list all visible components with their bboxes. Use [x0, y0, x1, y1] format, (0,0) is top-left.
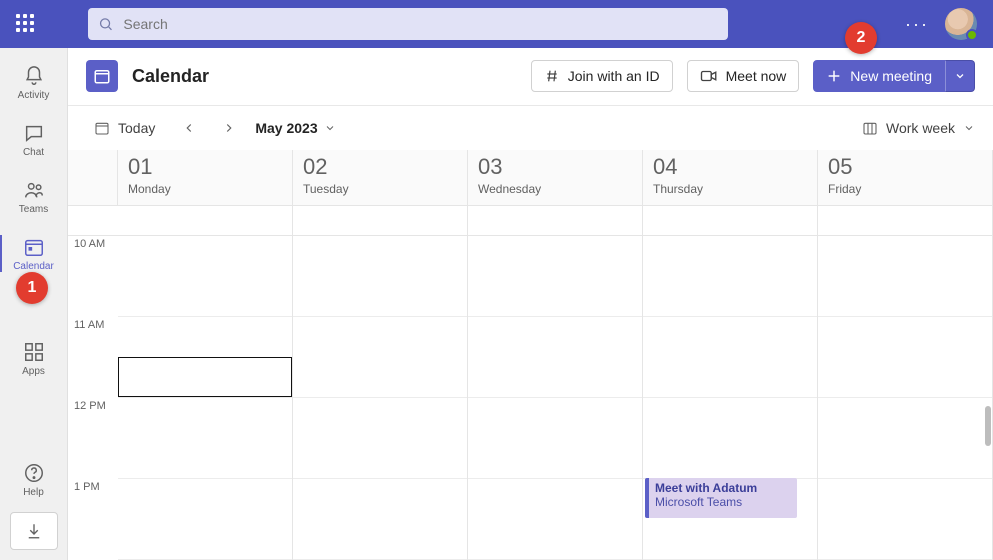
calendar-event[interactable]: Meet with Adatum Microsoft Teams [645, 478, 797, 518]
download-icon [25, 522, 43, 540]
download-button[interactable] [10, 512, 58, 550]
rail-teams[interactable]: Teams [0, 172, 67, 221]
apps-icon [22, 340, 46, 364]
calendar-app-icon [86, 60, 118, 92]
calendar-toolbar: Today May 2023 Work week [68, 106, 993, 151]
month-picker[interactable]: May 2023 [255, 120, 335, 136]
day-number: 02 [303, 156, 457, 178]
day-number: 04 [653, 156, 807, 178]
avatar[interactable] [945, 8, 977, 40]
day-of-week: Thursday [653, 182, 807, 196]
event-title: Meet with Adatum [655, 481, 791, 495]
day-of-week: Wednesday [478, 182, 632, 196]
day-of-week: Tuesday [303, 182, 457, 196]
day-column-wed[interactable] [468, 206, 643, 560]
rail-activity[interactable]: Activity [0, 58, 67, 107]
today-button[interactable]: Today [86, 112, 163, 144]
button-label: Meet now [726, 68, 787, 84]
video-icon [700, 69, 718, 83]
new-meeting-dropdown[interactable] [945, 60, 975, 92]
month-label-text: May 2023 [255, 120, 317, 136]
annotation-callout-2: 2 [845, 22, 877, 54]
chevron-left-icon [182, 121, 196, 135]
chevron-down-icon [954, 70, 966, 82]
calendar-grid: 10 AM 11 AM 12 PM 1 PM [68, 206, 993, 560]
event-subtitle: Microsoft Teams [655, 495, 791, 509]
search-box[interactable] [88, 8, 728, 40]
calendar-header: Calendar Join with an ID Meet now New me… [68, 48, 993, 106]
app-rail: Activity Chat Teams Calendar Apps [0, 48, 68, 560]
day-number: 05 [828, 156, 982, 178]
rail-label: Activity [18, 90, 50, 101]
day-column-thu[interactable]: Meet with Adatum Microsoft Teams [643, 206, 818, 560]
view-picker[interactable]: Work week [862, 120, 975, 136]
calendar-today-icon [94, 120, 110, 136]
rail-label: Chat [23, 147, 44, 158]
top-bar: ··· [0, 0, 993, 48]
rail-label: Teams [19, 204, 48, 215]
search-input[interactable] [121, 15, 718, 33]
day-header[interactable]: 02 Tuesday [293, 150, 468, 206]
day-column-mon[interactable] [118, 206, 293, 560]
day-column-tue[interactable] [293, 206, 468, 560]
page-title: Calendar [132, 66, 209, 87]
more-options-icon[interactable]: ··· [905, 14, 929, 35]
gutter [68, 150, 118, 206]
annotation-callout-1: 1 [16, 272, 48, 304]
join-with-id-button[interactable]: Join with an ID [531, 60, 673, 92]
rail-apps[interactable]: Apps [0, 334, 67, 383]
chevron-down-icon [963, 122, 975, 134]
meet-now-button[interactable]: Meet now [687, 60, 800, 92]
selected-time-slot[interactable] [118, 357, 292, 397]
next-week-button[interactable] [215, 114, 243, 142]
new-meeting-button[interactable]: New meeting [813, 60, 945, 92]
hour-label: 1 PM [68, 479, 118, 560]
hour-label: 10 AM [68, 236, 118, 317]
scrollbar-thumb[interactable] [985, 406, 991, 446]
day-column-fri[interactable] [818, 206, 993, 560]
rail-label: Calendar [13, 261, 54, 272]
chevron-down-icon [324, 122, 336, 134]
day-number: 01 [128, 156, 282, 178]
hour-label: 11 AM [68, 317, 118, 398]
day-header[interactable]: 04 Thursday [643, 150, 818, 206]
app-launcher-icon[interactable] [16, 14, 36, 34]
chat-icon [22, 121, 46, 145]
rail-label: Apps [22, 366, 45, 377]
rail-calendar[interactable]: Calendar [0, 229, 67, 278]
time-gutter: 10 AM 11 AM 12 PM 1 PM [68, 206, 118, 560]
day-of-week: Friday [828, 182, 982, 196]
hash-icon [544, 68, 560, 84]
day-header-row: 01 Monday 02 Tuesday 03 Wednesday 04 Thu… [68, 150, 993, 206]
day-header[interactable]: 05 Friday [818, 150, 993, 206]
rail-help[interactable]: Help [0, 455, 67, 504]
button-label: New meeting [850, 68, 932, 84]
button-label: Join with an ID [568, 68, 660, 84]
view-label: Work week [886, 120, 955, 136]
day-number: 03 [478, 156, 632, 178]
prev-week-button[interactable] [175, 114, 203, 142]
day-header[interactable]: 01 Monday [118, 150, 293, 206]
rail-chat[interactable]: Chat [0, 115, 67, 164]
presence-available-icon [966, 29, 978, 41]
calendar-main: Calendar Join with an ID Meet now New me… [68, 48, 993, 560]
button-label: Today [118, 120, 155, 136]
chevron-right-icon [222, 121, 236, 135]
day-header[interactable]: 03 Wednesday [468, 150, 643, 206]
help-icon [22, 461, 46, 485]
hour-label: 12 PM [68, 398, 118, 479]
rail-label: Help [23, 487, 44, 498]
day-of-week: Monday [128, 182, 282, 196]
calendar-view-icon [862, 120, 878, 136]
plus-icon [826, 68, 842, 84]
people-icon [22, 178, 46, 202]
bell-icon [22, 64, 46, 88]
search-icon [98, 16, 113, 32]
calendar-icon [22, 235, 46, 259]
